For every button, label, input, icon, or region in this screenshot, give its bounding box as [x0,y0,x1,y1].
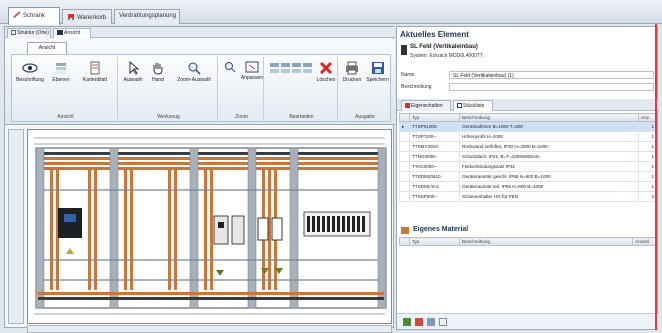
column-typ[interactable]: Typ [409,113,460,122]
tab-ansicht[interactable]: Ansicht [53,28,91,38]
cabinet-icon [13,11,21,18]
accent-border [655,24,657,330]
parts-table: Typ Beschreibung Anz. ▸ TTSP01000- Gerüstr… [399,113,657,202]
save-icon [371,62,384,74]
hand-icon [153,63,163,75]
cart-icon [67,13,75,20]
kartenblatt-button[interactable]: Kartenblatt [76,61,114,97]
group-label-ausgabe: Ausgabe [355,114,375,120]
name-field[interactable]: SL Feld (Vertikaleinbau) (1) [449,71,654,79]
table-row[interactable]: ▸ TTSP01000- Gerüstrahmen B=1000 T=600 1 [399,121,657,132]
tab-warenkorb[interactable]: Warenkorb [62,9,112,24]
own-material-table: Typ Beschreibung Anzahl [399,237,657,246]
align-icon [270,63,312,73]
tab-schrank[interactable]: Schrank [8,7,60,25]
column-beschreibung[interactable]: Beschreibung [459,113,639,122]
auswahl-button[interactable]: Auswahl [120,61,146,97]
table-row[interactable]: TTSDML*6-3 Geräteraumtür teil. IP55 H=600… [399,181,657,192]
cursor-icon [129,61,140,75]
cabinet-drawing-canvas[interactable] [27,129,392,324]
column-beschreibung[interactable]: Beschreibung [459,237,633,246]
loeschen-button[interactable]: Löschen [314,61,338,97]
beschriftung-button[interactable]: Beschriftung [14,61,46,97]
fit-icon [245,61,259,73]
group-label-werkzeug: Werkzeug [157,114,180,120]
properties-tab-bar: Eigenschaften Stückliste [397,99,659,111]
ribbon-group-ansicht: Beschriftung Ebenen Kartenblatt Ansicht [14,57,118,121]
column-anz[interactable]: Anz. [638,113,657,122]
ribbon-tab-ansicht[interactable]: Ansicht [27,42,67,54]
element-name: SL Feld (Vertikaleinbau) [410,44,478,50]
table-row[interactable]: TTSP*200-- Höhenprofil H=2000 1 [399,131,657,142]
drucken-button[interactable]: Drucken [340,61,364,97]
group-label-zoom: Zoom [235,114,248,120]
align-tools[interactable] [268,61,314,97]
ebenen-button[interactable]: Ebenen [48,61,74,97]
remove-icon[interactable] [439,318,447,326]
ribbon-group-zoom: Anpassen Zoom [220,57,264,121]
table-row[interactable]: TTSMY2010- Rückwand zerlufter, IP30 H=200… [399,141,657,152]
current-element-panel: Aktuelles Element SL Feld (Vertikaleinba… [396,26,659,330]
column-anzahl[interactable]: Anzahl [632,237,657,246]
ribbon-group-ausgabe: Drucken Speichern Ausgabe [340,57,390,121]
cabinet-drawing [28,130,391,323]
cabinet-view-panel: Struktur (Orte) Ansicht Ansicht Beschrif… [4,26,395,333]
own-material-header: Eigenes Material [397,224,659,236]
table-row[interactable]: TTNO3008-- Schutzdach, IP31, B=T=1000x600… [399,151,657,162]
ribbon-group-bearbeiten: Löschen Bearbeiten [266,57,338,121]
hand-button[interactable]: Hand [146,61,170,97]
zoom-select-icon [188,62,201,75]
description-label: Beschreibung [401,84,432,90]
ribbon: Ansicht Beschriftung Ebenen Kartenblatt … [5,39,395,125]
element-system: System: Eckrack MOD6L4000TT [410,53,484,59]
own-material-title: Eigenes Material [413,226,469,233]
material-icon [401,227,409,234]
add-icon[interactable] [403,318,411,326]
layers-icon [56,63,66,74]
vertical-ruler[interactable] [8,129,24,324]
table-row[interactable]: TTSSP000-- Schienenhalter HG für PEN 2 [399,191,657,202]
properties-icon [405,103,410,108]
anpassen-button[interactable]: Anpassen [240,61,264,97]
material-toolbar [397,313,659,329]
ribbon-body: Beschriftung Ebenen Kartenblatt Ansicht … [11,54,391,122]
table-row[interactable]: TTAC0000-- Feldverbindungssatz IP31 1 [399,161,657,172]
tree-icon [11,30,16,35]
zoom-in-button[interactable] [222,61,238,97]
speichern-button[interactable]: Speichern [365,61,390,97]
description-field[interactable] [449,83,654,91]
tab-struktur-orte[interactable]: Struktur (Orte) [7,28,51,38]
view-subtab-bar: Struktur (Orte) Ansicht [5,27,395,38]
column-typ[interactable]: Typ [409,237,460,246]
table-row[interactable]: TTSDM20610 Geräteraumtür geschl. IP55 H=6… [399,171,657,182]
tab-eigenschaften[interactable]: Eigenschaften [401,100,451,111]
zoom-auswahl-button[interactable]: Zoom-Auswahl [172,61,216,97]
delete-icon [319,61,333,75]
view-icon [57,30,63,35]
edit-icon[interactable] [415,318,423,326]
eye-icon [22,63,38,73]
copy-icon[interactable] [427,318,435,326]
tab-verdrahtungsplanung[interactable]: Verdrahtungsplanung [114,9,180,24]
sheet-icon [90,61,100,75]
cabinet-icon [401,45,407,55]
panel-title: Aktuelles Element [400,30,469,39]
zoom-in-icon [225,62,236,73]
group-label-ansicht: Ansicht [57,114,74,120]
list-icon [457,103,462,108]
printer-icon [346,61,358,75]
document-tab-bar: Schrank Warenkorb Verdrahtungsplanung [0,0,662,25]
tab-stueckliste[interactable]: Stückliste [453,100,493,111]
group-label-bearbeiten: Bearbeiten [289,114,314,120]
name-label: Name [401,72,415,78]
ribbon-group-werkzeug: Auswahl Hand Zoom-Auswahl Werkzeug [120,57,218,121]
